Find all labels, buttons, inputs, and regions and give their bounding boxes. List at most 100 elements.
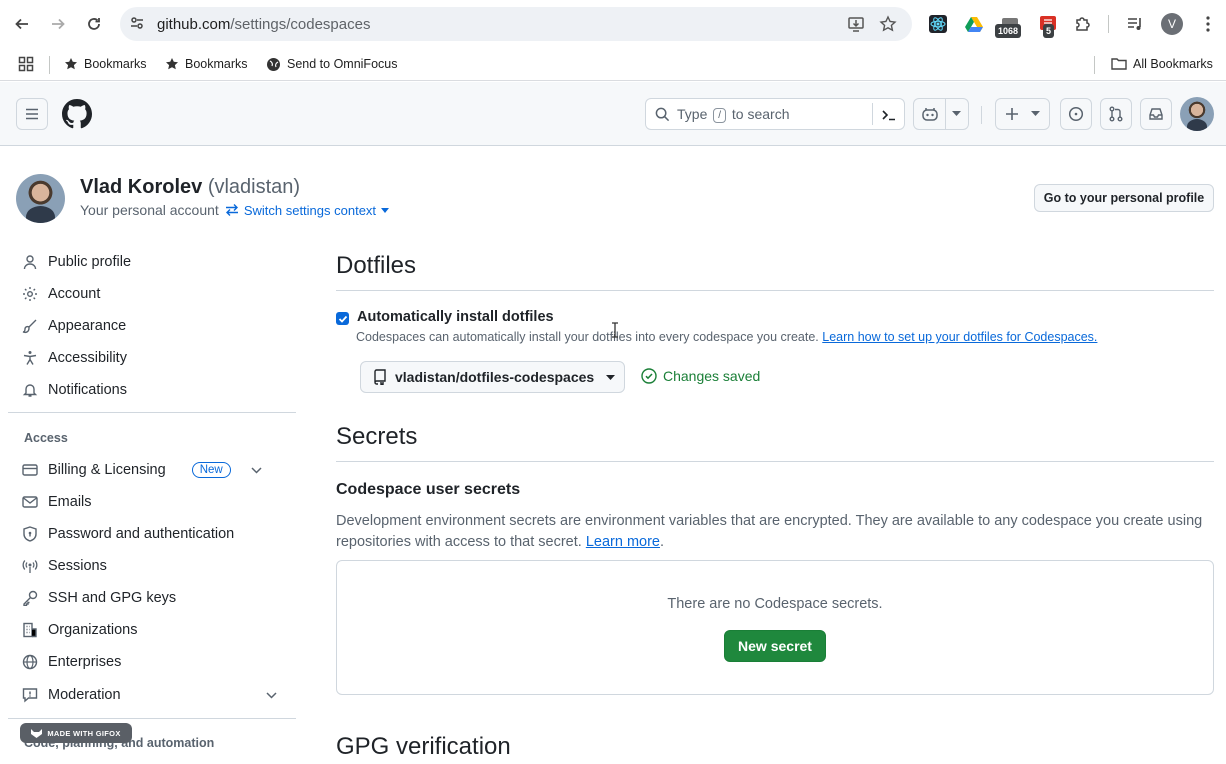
sidebar-item-enterprises[interactable]: Enterprises bbox=[22, 646, 292, 678]
dotfiles-repo-select[interactable]: vladistan/dotfiles-codespaces bbox=[360, 361, 625, 393]
mail-icon bbox=[22, 496, 38, 508]
toolbar-divider bbox=[1108, 15, 1109, 33]
empty-secrets-message: There are no Codespace secrets. bbox=[667, 596, 883, 612]
arrow-switch-icon bbox=[225, 204, 238, 216]
new-secret-button[interactable]: New secret bbox=[724, 630, 826, 662]
sidebar-item-label: SSH and GPG keys bbox=[48, 590, 177, 606]
sidebar-item-moderation[interactable]: Moderation bbox=[22, 679, 292, 711]
bookmark-label: Bookmarks bbox=[84, 57, 147, 71]
profile-name: Vlad Korolev (vladistan) bbox=[80, 176, 300, 199]
bookmarks-bar: Bookmarks Bookmarks Send to OmniFocus Al… bbox=[0, 48, 1226, 81]
sidebar-item-notifications[interactable]: Notifications bbox=[22, 374, 292, 406]
copilot-divider bbox=[945, 99, 946, 129]
globe-icon bbox=[22, 654, 38, 670]
new-badge: New bbox=[191, 462, 231, 478]
search-input[interactable]: Type / to search bbox=[645, 98, 905, 130]
sidebar-item-account[interactable]: Account bbox=[22, 278, 292, 310]
bookmark-omnifocus[interactable]: Send to OmniFocus bbox=[266, 54, 397, 74]
chevron-down-icon[interactable] bbox=[251, 466, 262, 474]
accessibility-icon bbox=[23, 351, 37, 365]
sidebar-item-label: Moderation bbox=[48, 687, 121, 703]
extension-react-icon[interactable] bbox=[926, 12, 950, 36]
sidebar-item-organizations[interactable]: Organizations bbox=[22, 614, 292, 646]
sidebar-item-label: Emails bbox=[48, 494, 92, 510]
gpg-heading: GPG verification bbox=[336, 733, 511, 760]
all-bookmarks-label: All Bookmarks bbox=[1133, 57, 1213, 71]
sidebar-item-label: Billing & Licensing bbox=[48, 462, 166, 478]
sidebar-item-public-profile[interactable]: Public profile bbox=[22, 246, 292, 278]
forward-button[interactable] bbox=[46, 12, 70, 36]
go-to-profile-button[interactable]: Go to your personal profile bbox=[1034, 184, 1214, 212]
back-button[interactable] bbox=[10, 12, 34, 36]
bookmark-item[interactable]: Bookmarks bbox=[165, 54, 248, 74]
sidebar-item-label: Enterprises bbox=[48, 654, 122, 670]
issues-button[interactable] bbox=[1060, 98, 1092, 130]
browser-menu-icon[interactable] bbox=[1196, 12, 1220, 36]
search-placeholder: Type / to search bbox=[677, 106, 790, 123]
chevron-down-icon bbox=[1031, 111, 1040, 116]
sidebar-item-billing[interactable]: Billing & Licensing New bbox=[22, 454, 292, 486]
key-icon bbox=[23, 590, 38, 606]
person-icon bbox=[23, 255, 37, 270]
create-new-button[interactable] bbox=[995, 98, 1050, 130]
github-header: Type / to search bbox=[0, 82, 1226, 146]
git-pull-request-icon bbox=[1109, 106, 1123, 122]
browser-toolbar: github.com/settings/codespaces 1068 5 V bbox=[0, 0, 1226, 48]
bookmark-label: Send to OmniFocus bbox=[287, 57, 398, 71]
inbox-button[interactable] bbox=[1140, 98, 1172, 130]
reload-button[interactable] bbox=[82, 12, 106, 36]
learn-more-suffix: . bbox=[660, 534, 665, 550]
hamburger-menu-button[interactable] bbox=[16, 98, 48, 130]
auto-install-label[interactable]: Automatically install dotfiles bbox=[357, 309, 554, 325]
sidebar-item-password[interactable]: Password and authentication bbox=[22, 518, 292, 550]
sidebar-item-accessibility[interactable]: Accessibility bbox=[22, 342, 292, 374]
copilot-button[interactable] bbox=[913, 98, 969, 130]
sidebar-item-appearance[interactable]: Appearance bbox=[22, 310, 292, 342]
url-host: github.com bbox=[157, 16, 231, 33]
extension-badge-5: 5 bbox=[1043, 24, 1055, 38]
user-secrets-description: Development environment secrets are envi… bbox=[336, 511, 1216, 553]
bookmark-item[interactable]: Bookmarks bbox=[64, 54, 147, 74]
command-palette-icon[interactable] bbox=[881, 107, 897, 123]
chevron-down-icon[interactable] bbox=[266, 692, 277, 699]
apps-grid-icon[interactable] bbox=[18, 54, 34, 74]
pull-requests-button[interactable] bbox=[1100, 98, 1132, 130]
sidebar-item-ssh-gpg[interactable]: SSH and GPG keys bbox=[22, 582, 292, 614]
sidebar-item-label: Account bbox=[48, 286, 101, 302]
switch-context-label: Switch settings context bbox=[243, 202, 377, 218]
sidebar-item-label: Organizations bbox=[48, 622, 138, 638]
user-avatar[interactable] bbox=[1180, 97, 1214, 131]
browser-profile-avatar[interactable]: V bbox=[1161, 13, 1183, 35]
personal-account-label: Your personal account bbox=[80, 202, 219, 218]
dotfiles-help-link[interactable]: Learn how to set up your dotfiles for Co… bbox=[822, 330, 1097, 344]
sidebar-item-emails[interactable]: Emails bbox=[22, 486, 292, 518]
star-icon bbox=[166, 58, 178, 70]
extensions-puzzle-icon[interactable] bbox=[1071, 12, 1095, 36]
all-bookmarks-button[interactable]: All Bookmarks bbox=[1111, 54, 1213, 74]
url-text: github.com/settings/codespaces bbox=[157, 16, 370, 33]
gifox-watermark: MADE WITH GIFOX bbox=[20, 723, 132, 743]
learn-more-link[interactable]: Learn more bbox=[586, 534, 660, 550]
sidebar-divider bbox=[8, 718, 296, 719]
arrow-right-icon bbox=[52, 18, 65, 30]
site-info-icon[interactable] bbox=[128, 14, 148, 34]
extension-drive-icon[interactable] bbox=[962, 12, 986, 36]
bookmark-star-icon[interactable] bbox=[879, 15, 897, 33]
user-secrets-desc-text: Development environment secrets are envi… bbox=[336, 513, 1203, 550]
chevron-down-icon bbox=[952, 111, 961, 116]
save-status: Changes saved bbox=[641, 368, 760, 384]
switch-context-link[interactable]: Switch settings context bbox=[225, 202, 390, 218]
auto-install-checkbox[interactable] bbox=[336, 312, 349, 325]
auto-install-description: Codespaces can automatically install you… bbox=[356, 330, 1097, 344]
profile-subtitle: Your personal account Switch settings co… bbox=[80, 202, 390, 218]
media-control-icon[interactable] bbox=[1123, 12, 1147, 36]
address-bar[interactable]: github.com/settings/codespaces bbox=[120, 7, 912, 41]
sidebar-item-sessions[interactable]: Sessions bbox=[22, 550, 292, 582]
github-logo-icon[interactable] bbox=[62, 99, 92, 129]
text-cursor-icon bbox=[612, 322, 618, 338]
install-app-icon[interactable] bbox=[847, 15, 865, 33]
sidebar-item-label: Notifications bbox=[48, 382, 127, 398]
fox-icon bbox=[31, 728, 43, 738]
secrets-heading: Secrets bbox=[336, 423, 418, 450]
watermark-text: MADE WITH GIFOX bbox=[47, 728, 121, 738]
